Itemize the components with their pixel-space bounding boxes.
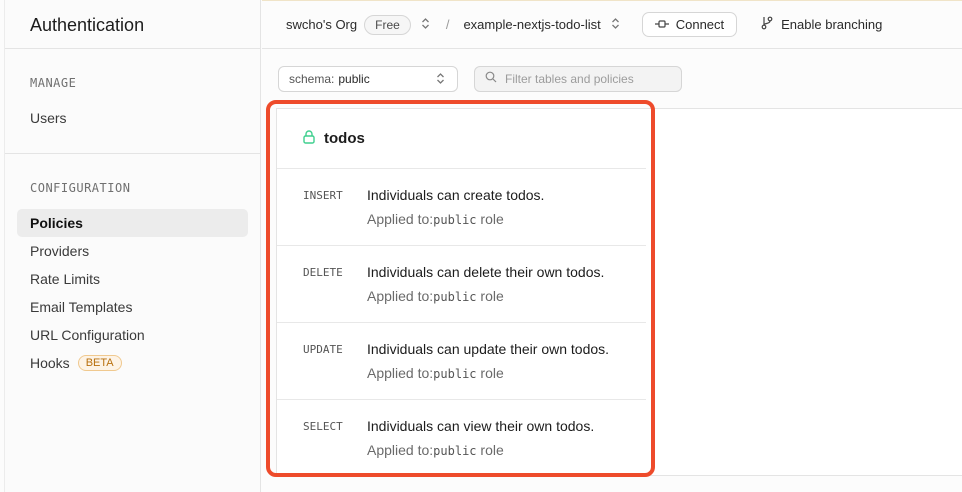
filter-search[interactable] bbox=[474, 66, 682, 92]
policy-row[interactable]: SELECT Individuals can view their own to… bbox=[277, 400, 646, 477]
sidebar-item-rate-limits[interactable]: Rate Limits bbox=[17, 265, 248, 293]
manage-section: MANAGE Users bbox=[5, 49, 260, 154]
section-heading-configuration: CONFIGURATION bbox=[30, 181, 131, 195]
schema-label: schema: bbox=[289, 72, 335, 86]
sidebar-item-label: Rate Limits bbox=[30, 271, 101, 287]
sidebar-item-label: Email Templates bbox=[30, 299, 133, 315]
sidebar-title: Authentication bbox=[5, 0, 260, 49]
policy-name: Individuals can view their own todos. bbox=[367, 418, 595, 434]
breadcrumb-separator: / bbox=[445, 17, 450, 32]
plug-icon bbox=[654, 17, 669, 32]
org-selector[interactable]: swcho's Org bbox=[286, 17, 357, 32]
sidebar: Authentication MANAGE Users CONFIGURATIO… bbox=[4, 0, 261, 492]
policy-applied-to: Applied to:public role bbox=[367, 442, 504, 458]
connect-label: Connect bbox=[675, 17, 725, 32]
sidebar-item-policies[interactable]: Policies bbox=[17, 209, 248, 237]
schema-value: public bbox=[338, 72, 370, 86]
lock-icon bbox=[303, 129, 315, 148]
connect-button[interactable]: Connect bbox=[641, 12, 738, 37]
enable-branching-label: Enable branching bbox=[781, 17, 883, 32]
policy-command: SELECT bbox=[303, 420, 343, 433]
policy-role: public bbox=[433, 213, 477, 227]
policy-name: Individuals can delete their own todos. bbox=[367, 264, 605, 280]
schema-selector[interactable]: schema: public bbox=[278, 66, 458, 92]
table-name: todos bbox=[324, 130, 365, 147]
filter-input[interactable] bbox=[505, 72, 675, 86]
beta-badge: BETA bbox=[77, 355, 122, 371]
policy-command: UPDATE bbox=[303, 343, 343, 356]
sidebar-item-providers[interactable]: Providers bbox=[17, 237, 248, 265]
sidebar-item-hooks[interactable]: Hooks BETA bbox=[17, 349, 248, 377]
configuration-section: CONFIGURATION Policies Providers Rate Li… bbox=[5, 154, 260, 377]
policy-applied-to: Applied to:public role bbox=[367, 211, 504, 227]
policy-applied-to: Applied to:public role bbox=[367, 365, 504, 381]
table-policies-card: todos INSERT Individuals can create todo… bbox=[277, 109, 646, 475]
plan-badge: Free bbox=[364, 14, 411, 35]
policy-name: Individuals can update their own todos. bbox=[367, 341, 610, 357]
policy-name: Individuals can create todos. bbox=[367, 187, 545, 203]
policy-applied-to: Applied to:public role bbox=[367, 288, 504, 304]
sidebar-item-url-configuration[interactable]: URL Configuration bbox=[17, 321, 248, 349]
updown-chevron-icon bbox=[436, 72, 445, 88]
search-icon bbox=[485, 70, 497, 88]
sidebar-item-email-templates[interactable]: Email Templates bbox=[17, 293, 248, 321]
policy-command: INSERT bbox=[303, 189, 343, 202]
policy-role: public bbox=[433, 367, 477, 381]
sidebar-item-label: Policies bbox=[30, 215, 83, 231]
sidebar-item-label: URL Configuration bbox=[30, 327, 145, 343]
policy-row[interactable]: DELETE Individuals can delete their own … bbox=[277, 246, 646, 323]
sidebar-item-users[interactable]: Users bbox=[17, 104, 248, 132]
enable-branching-button[interactable]: Enable branching bbox=[761, 16, 882, 33]
top-bar: swcho's Org Free / example-nextjs-todo-l… bbox=[262, 0, 962, 49]
sidebar-item-label: Users bbox=[30, 110, 67, 126]
policy-row[interactable]: INSERT Individuals can create todos. App… bbox=[277, 169, 646, 246]
policy-role: public bbox=[433, 290, 477, 304]
app-window: Authentication MANAGE Users CONFIGURATIO… bbox=[0, 0, 962, 492]
sidebar-item-label: Providers bbox=[30, 243, 90, 259]
sidebar-item-label: Hooks bbox=[30, 355, 70, 371]
table-header: todos bbox=[277, 109, 646, 169]
git-branch-icon bbox=[761, 16, 773, 33]
project-selector[interactable]: example-nextjs-todo-list bbox=[463, 17, 600, 32]
updown-chevron-icon[interactable] bbox=[421, 17, 430, 33]
policy-role: public bbox=[433, 444, 477, 458]
policy-row[interactable]: UPDATE Individuals can update their own … bbox=[277, 323, 646, 400]
updown-chevron-icon[interactable] bbox=[611, 17, 620, 33]
section-heading-manage: MANAGE bbox=[30, 76, 77, 90]
policy-command: DELETE bbox=[303, 266, 343, 279]
